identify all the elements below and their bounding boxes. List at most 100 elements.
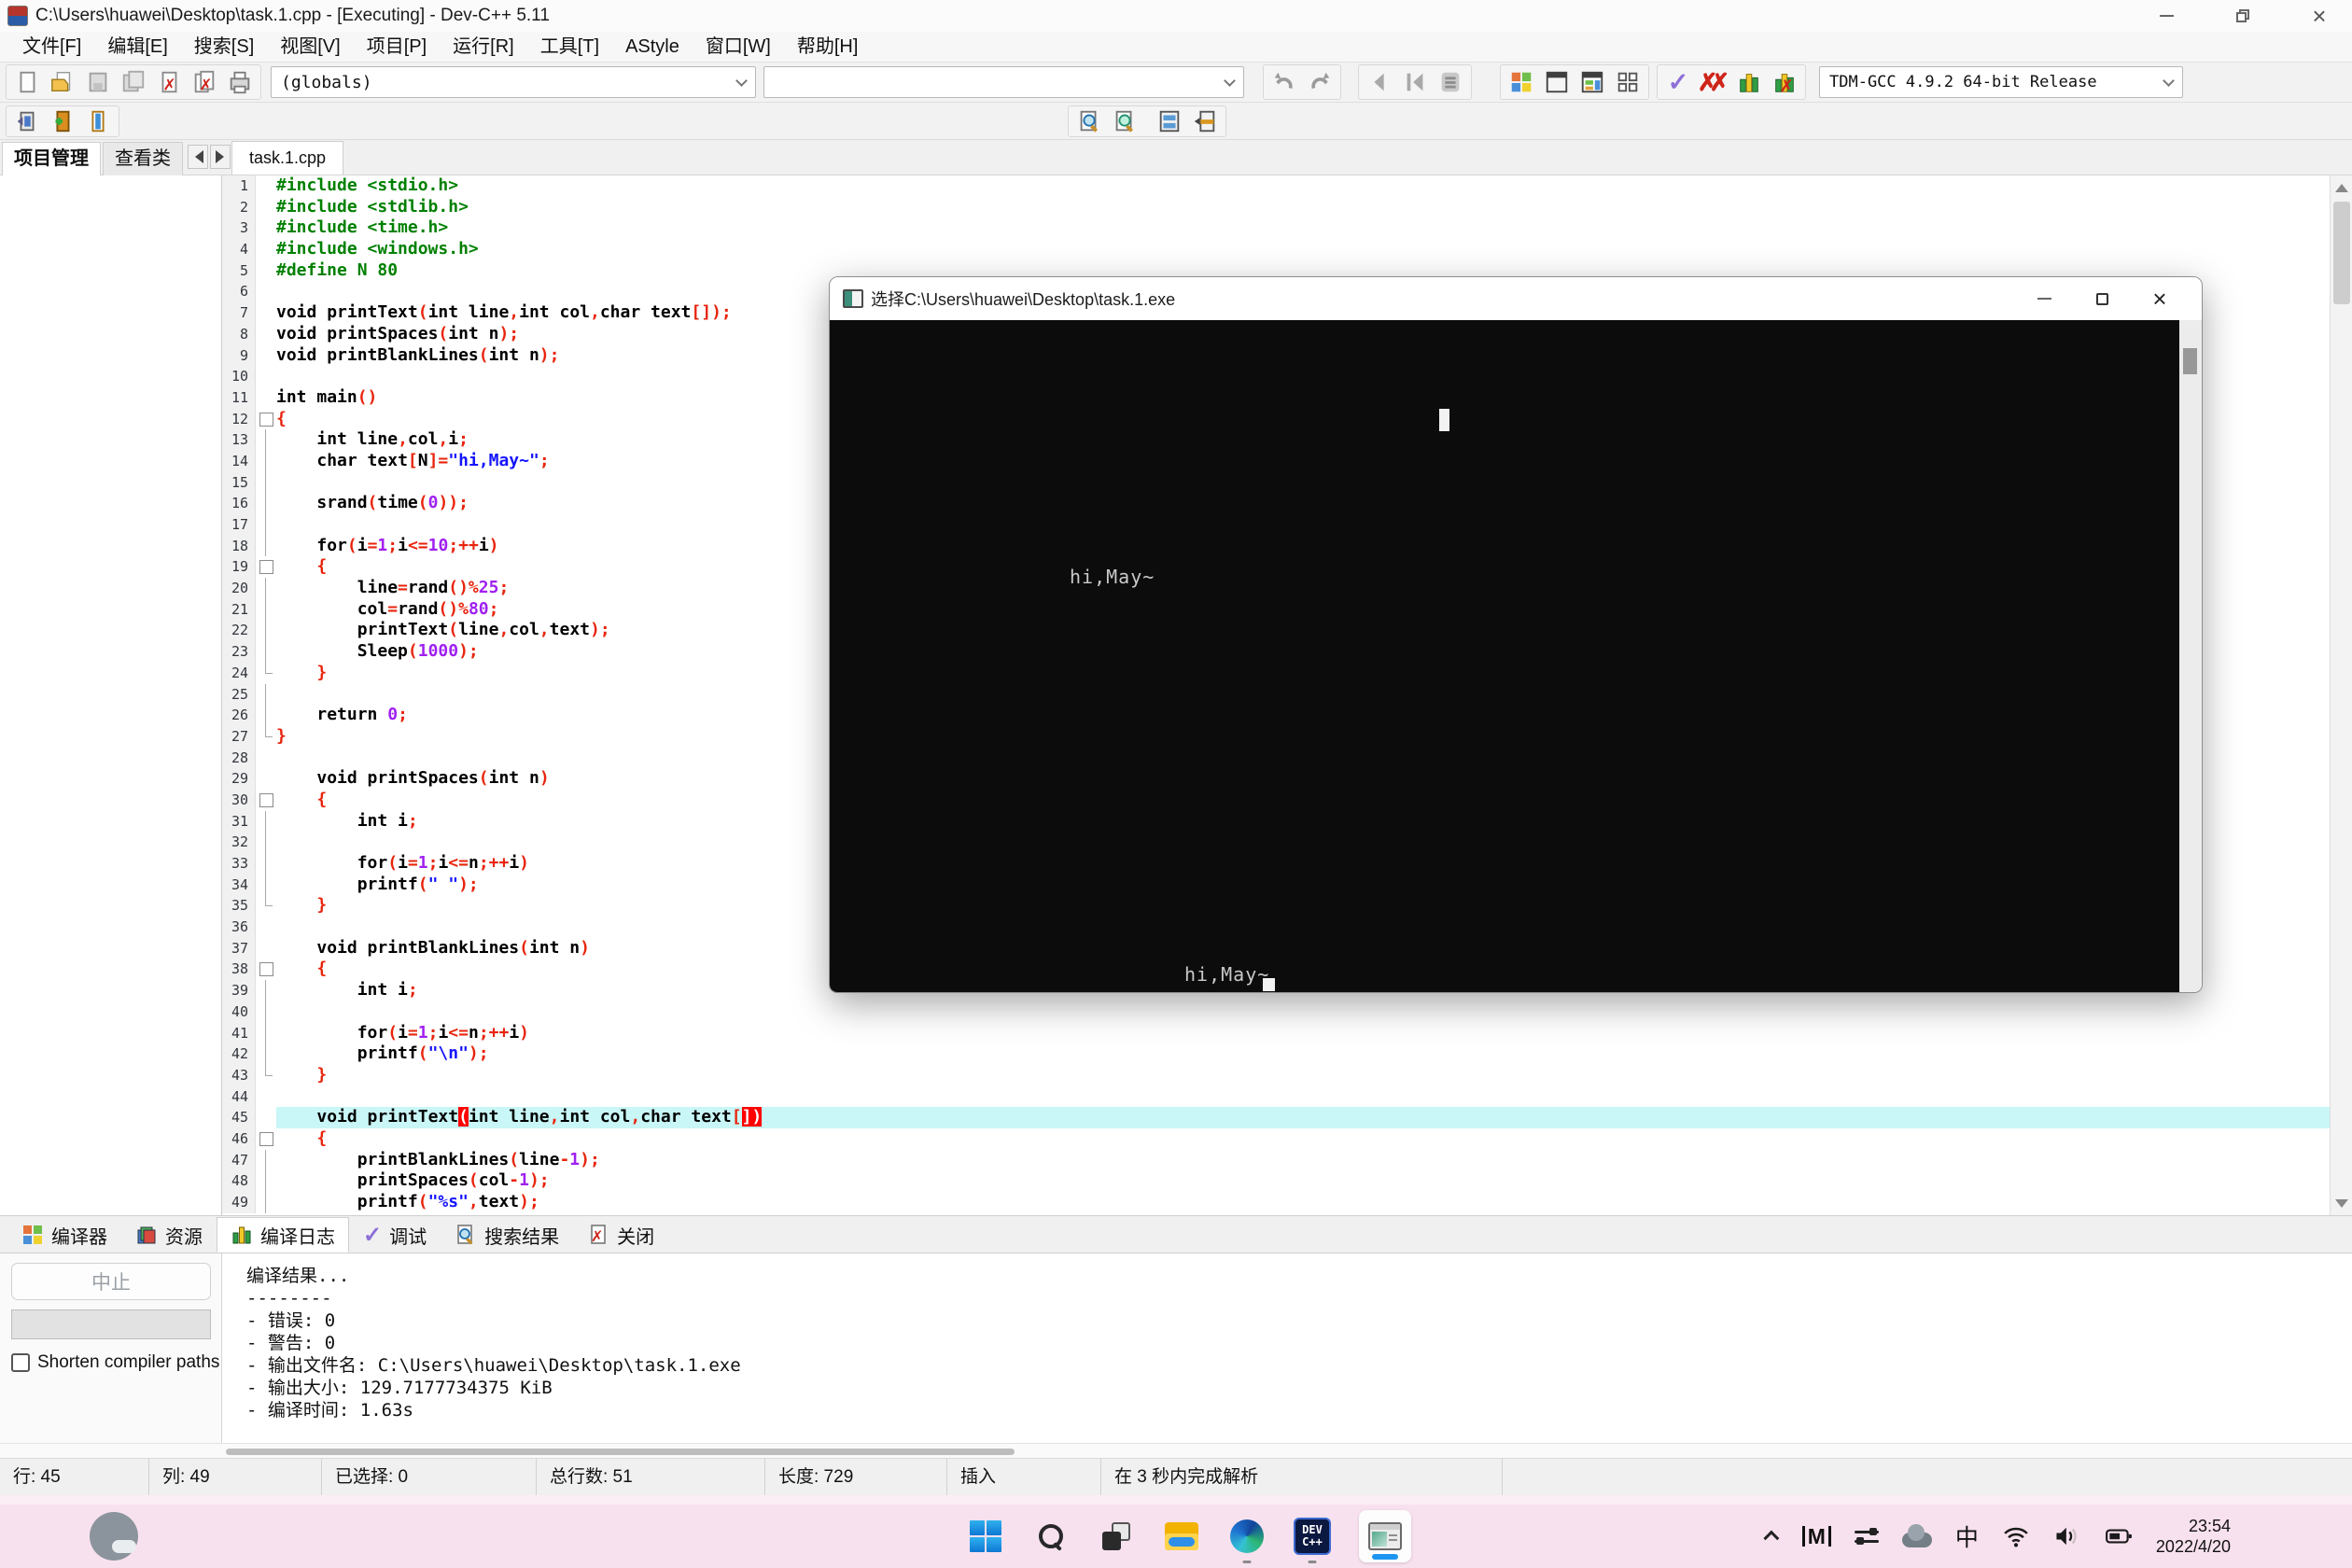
back-button[interactable]	[1362, 66, 1397, 98]
minimize-button[interactable]	[2152, 2, 2180, 30]
code-line[interactable]: 2 #include <stdlib.h>	[222, 196, 2330, 218]
menu-item[interactable]: 帮助[H]	[784, 32, 872, 62]
start-button[interactable]	[967, 1518, 1004, 1555]
project-options-button[interactable]	[1575, 66, 1610, 98]
code-line[interactable]: 1 #include <stdio.h>	[222, 175, 2330, 197]
goto-line-2-button[interactable]	[1187, 107, 1223, 135]
line-number[interactable]: 41	[222, 1022, 256, 1044]
volume-icon[interactable]	[2053, 1522, 2081, 1550]
menu-item[interactable]: 窗口[W]	[693, 32, 784, 62]
console-scrollbar-thumb[interactable]	[2183, 348, 2197, 374]
redo-button[interactable]	[1302, 66, 1337, 98]
code-line[interactable]: 44	[222, 1085, 2330, 1108]
editor-vertical-scrollbar[interactable]	[2330, 175, 2352, 1215]
line-number[interactable]: 16	[222, 493, 256, 514]
log-horizontal-scrollbar[interactable]	[0, 1443, 2352, 1458]
menu-item[interactable]: 项目[P]	[354, 32, 440, 62]
line-number[interactable]: 28	[222, 747, 256, 769]
console-titlebar[interactable]: 选择C:\Users\huawei\Desktop\task.1.exe ×	[830, 277, 2202, 320]
line-number[interactable]: 7	[222, 302, 256, 324]
scrollbar-thumb[interactable]	[2333, 202, 2350, 304]
back-to-decl-button[interactable]	[1397, 66, 1433, 98]
line-number[interactable]: 13	[222, 429, 256, 451]
abort-button[interactable]: 中止	[11, 1263, 211, 1300]
shorten-paths-checkbox[interactable]	[11, 1353, 30, 1372]
menu-item[interactable]: 工具[T]	[527, 32, 612, 62]
compile-button[interactable]: ✓	[1660, 66, 1696, 98]
code-line[interactable]: 41 for(i=1;i<=n;++i)	[222, 1022, 2330, 1044]
line-number[interactable]: 39	[222, 980, 256, 1001]
line-number[interactable]: 26	[222, 705, 256, 726]
task-view-button[interactable]	[1098, 1518, 1135, 1555]
goto-line-button[interactable]	[1433, 66, 1468, 98]
line-number[interactable]: 27	[222, 725, 256, 748]
line-number[interactable]: 45	[222, 1107, 256, 1128]
fold-marker[interactable]: −	[256, 959, 276, 980]
code-line[interactable]: 3 #include <time.h>	[222, 217, 2330, 240]
line-number[interactable]: 10	[222, 366, 256, 387]
members-combobox[interactable]	[763, 66, 1244, 98]
menu-item[interactable]: 搜索[S]	[181, 32, 267, 62]
console-maximize-button[interactable]	[2073, 277, 2131, 320]
line-number[interactable]: 37	[222, 937, 256, 959]
new-file-button[interactable]	[9, 66, 45, 98]
toggle-bookmark-button[interactable]	[80, 107, 116, 135]
line-number[interactable]: 11	[222, 386, 256, 409]
line-number[interactable]: 47	[222, 1149, 256, 1171]
line-number[interactable]: 2	[222, 196, 256, 218]
fold-marker[interactable]: −	[256, 790, 276, 811]
fold-marker[interactable]: −	[256, 556, 276, 578]
line-number[interactable]: 14	[222, 450, 256, 472]
console-minimize-button[interactable]	[2015, 277, 2073, 320]
line-number[interactable]: 35	[222, 895, 256, 917]
add-bookmark-button[interactable]	[45, 107, 80, 135]
devcpp-taskbar-button[interactable]: DEV C++	[1294, 1518, 1331, 1555]
line-number[interactable]: 25	[222, 683, 256, 706]
line-number[interactable]: 22	[222, 620, 256, 642]
line-number[interactable]: 40	[222, 1001, 256, 1023]
line-number[interactable]: 46	[222, 1127, 256, 1150]
console-taskbar-button[interactable]	[1359, 1510, 1411, 1562]
line-number[interactable]: 38	[222, 959, 256, 981]
rebuild-button[interactable]: ✗✗	[1696, 66, 1731, 98]
open-file-button[interactable]	[45, 66, 80, 98]
line-number[interactable]: 29	[222, 768, 256, 790]
line-number[interactable]: 20	[222, 578, 256, 599]
line-number[interactable]: 36	[222, 917, 256, 938]
menu-item[interactable]: 文件[F]	[9, 32, 94, 62]
line-number[interactable]: 12	[222, 408, 256, 430]
line-number[interactable]: 34	[222, 874, 256, 896]
line-number[interactable]: 1	[222, 175, 256, 197]
line-number[interactable]: 42	[222, 1043, 256, 1065]
line-number[interactable]: 4	[222, 239, 256, 260]
line-number[interactable]: 18	[222, 535, 256, 557]
tray-overflow-chevron-icon[interactable]	[1763, 1530, 1780, 1547]
undo-button[interactable]	[1267, 66, 1302, 98]
line-number[interactable]: 30	[222, 789, 256, 811]
code-line[interactable]: 42 printf("\n");	[222, 1043, 2330, 1065]
console-close-button[interactable]: ×	[2131, 277, 2189, 320]
stop-execution-button[interactable]: ✗	[1767, 66, 1802, 98]
line-number[interactable]: 23	[222, 641, 256, 663]
wifi-icon[interactable]	[2002, 1522, 2030, 1550]
sidebar-tab[interactable]: 项目管理	[2, 142, 101, 175]
line-number[interactable]: 3	[222, 217, 256, 240]
weather-widget-icon[interactable]	[90, 1512, 138, 1561]
code-line[interactable]: 47 printBlankLines(line-1);	[222, 1149, 2330, 1171]
goto-function-button[interactable]	[1152, 107, 1187, 135]
editor-tab-task1cpp[interactable]: task.1.cpp	[231, 141, 344, 175]
line-number[interactable]: 8	[222, 323, 256, 345]
new-project-button[interactable]	[1504, 66, 1539, 98]
globals-combobox[interactable]: (globals)	[271, 66, 756, 98]
line-number[interactable]: 6	[222, 281, 256, 303]
code-line[interactable]: 45 void printText(int line,int col,char …	[222, 1107, 2330, 1128]
swap-header-source-button[interactable]	[9, 107, 45, 135]
code-line[interactable]: 46− {	[222, 1127, 2330, 1150]
ime-m-icon[interactable]: M	[1801, 1526, 1831, 1547]
restore-button[interactable]	[2229, 2, 2257, 30]
bottom-tab[interactable]: 搜索结果	[441, 1217, 573, 1253]
bottom-tab[interactable]: 编译器	[7, 1217, 121, 1253]
file-explorer-button[interactable]	[1163, 1518, 1200, 1555]
close-all-button[interactable]: ✗	[187, 66, 222, 98]
line-number[interactable]: 17	[222, 514, 256, 536]
